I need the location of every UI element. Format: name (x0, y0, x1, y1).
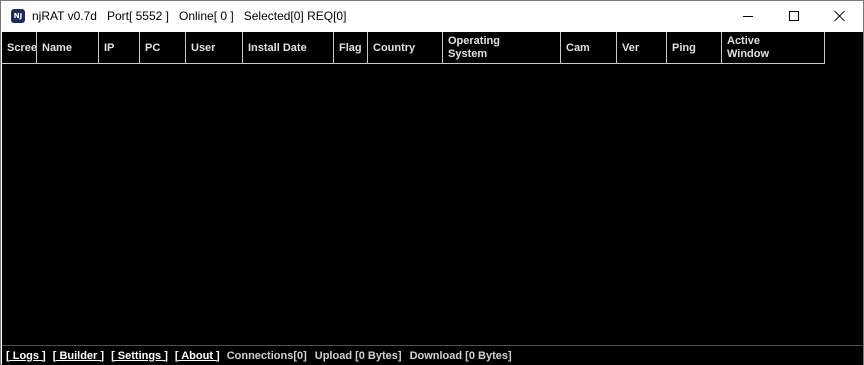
settings-link[interactable]: [ Settings ] (111, 350, 168, 362)
column-label: Ping (672, 41, 696, 54)
status-bar: [ Logs ] [ Builder ] [ Settings ] [ Abou… (2, 345, 863, 365)
column-label: Name (42, 41, 72, 54)
maximize-icon (789, 11, 799, 21)
column-label: Active Window (727, 35, 770, 60)
title-app-name: njRAT v0.7d (32, 9, 97, 23)
title-online: Online[ 0 ] (179, 9, 234, 23)
close-icon (834, 10, 846, 22)
title-bar[interactable]: NJ njRAT v0.7d Port[ 5552 ] Online[ 0 ] … (1, 1, 863, 31)
column-header-ver[interactable]: Ver (617, 32, 667, 64)
column-label: Flag (339, 41, 362, 54)
upload-status: Upload [0 Bytes] (314, 349, 402, 362)
column-label: User (191, 41, 216, 54)
clients-list[interactable]: Screen Name IP PC User Install Date Flag… (2, 32, 863, 345)
column-header-user[interactable]: User (186, 32, 243, 64)
column-header-pc[interactable]: PC (140, 32, 186, 64)
column-header-row: Screen Name IP PC User Install Date Flag… (2, 32, 825, 64)
minimize-button[interactable] (725, 1, 771, 31)
column-header-screen[interactable]: Screen (2, 32, 37, 64)
column-header-operating-system[interactable]: Operating System (443, 32, 561, 64)
download-status: Download [0 Bytes] (409, 349, 512, 362)
column-header-cam[interactable]: Cam (561, 32, 617, 64)
column-header-ip[interactable]: IP (99, 32, 140, 64)
maximize-button[interactable] (771, 1, 817, 31)
column-label: IP (104, 41, 115, 54)
column-header-install-date[interactable]: Install Date (243, 32, 334, 64)
builder-link[interactable]: [ Builder ] (53, 350, 104, 362)
about-link[interactable]: [ About ] (175, 350, 220, 362)
minimize-icon (743, 15, 753, 17)
column-header-ping[interactable]: Ping (667, 32, 722, 64)
title-selected: Selected[0] REQ[0] (243, 9, 347, 23)
window-title: njRAT v0.7d Port[ 5552 ] Online[ 0 ] Sel… (32, 9, 346, 23)
column-label: Ver (622, 41, 640, 54)
column-header-active-window[interactable]: Active Window (722, 32, 825, 64)
title-port: Port[ 5552 ] (106, 9, 169, 23)
column-label: Cam (566, 41, 590, 54)
app-icon: NJ (11, 9, 25, 23)
column-label: Install Date (248, 41, 307, 54)
column-header-country[interactable]: Country (368, 32, 443, 64)
close-button[interactable] (817, 1, 863, 31)
column-header-name[interactable]: Name (37, 32, 99, 64)
column-label: PC (145, 41, 161, 54)
connections-status: Connections[0] (226, 349, 307, 362)
logs-link[interactable]: [ Logs ] (6, 350, 46, 362)
column-label: Country (373, 41, 416, 54)
njrat-main-window: NJ njRAT v0.7d Port[ 5552 ] Online[ 0 ] … (0, 0, 864, 365)
column-label: Screen (7, 41, 37, 54)
column-header-flag[interactable]: Flag (334, 32, 368, 64)
column-label: Operating System (448, 35, 500, 60)
